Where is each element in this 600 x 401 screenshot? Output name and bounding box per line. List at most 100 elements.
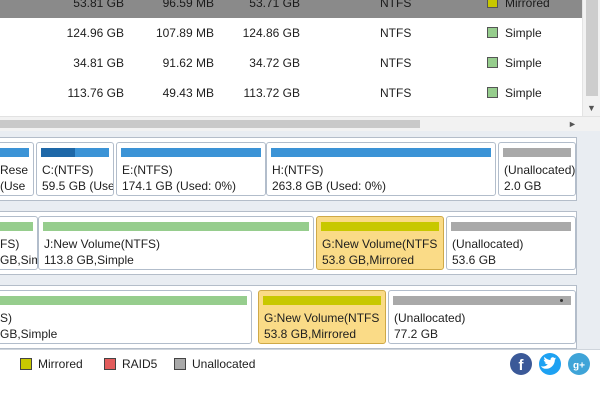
legend-item: RAID5 <box>104 357 157 371</box>
partition-name: G:New Volume(NTFS <box>322 237 438 251</box>
disk-map: Rese (Use C:(NTFS) 59.5 GB (Use E:(NTFS) 174.… <box>0 131 600 349</box>
partition-name: J:New Volume(NTFS) <box>44 237 161 251</box>
type-cell: Simple <box>487 48 567 78</box>
facebook-icon[interactable]: f <box>510 353 532 375</box>
legend-bar: Mirrored RAID5 Unallocated f g+ <box>0 349 600 401</box>
partition-size: 59.5 GB (Use <box>42 179 114 193</box>
free-cell: 53.71 GB <box>249 0 300 10</box>
capacity-cell: 53.81 GB <box>73 0 124 10</box>
partition-size: 2.0 GB <box>504 179 542 193</box>
partition-block[interactable]: C:(NTFS) 59.5 GB (Use <box>36 142 114 196</box>
vertical-scrollbar[interactable]: ▼ <box>582 0 600 116</box>
partition-used-fill <box>121 148 261 157</box>
partition-text: G:New Volume(NTFS 53.8 GB,Mirrored <box>322 236 437 268</box>
partition-block[interactable]: (Unallocated) 2.0 GB <box>498 142 576 196</box>
partition-name: (Unallocated) <box>394 311 466 325</box>
partition-block[interactable]: J:New Volume(NTFS) 113.8 GB,Simple <box>38 216 314 270</box>
partition-block[interactable]: S) GB,Simple <box>0 290 252 344</box>
svg-text:g+: g+ <box>573 361 585 372</box>
partition-block[interactable]: (Unallocated) 77.2 GB <box>388 290 576 344</box>
partition-usage-bar <box>271 148 491 157</box>
partition-text: (Unallocated) 77.2 GB <box>394 310 465 342</box>
legend-item: Unallocated <box>174 357 255 371</box>
table-row[interactable]: 34.81 GB 91.62 MB 34.72 GB NTFS Simple <box>0 48 582 78</box>
used-cell: 49.43 MB <box>162 86 214 100</box>
table-row[interactable]: 113.76 GB 49.43 MB 113.72 GB NTFS Simple <box>0 78 582 108</box>
table-row[interactable]: 53.81 GB 96.59 MB 53.71 GB NTFS Mirrored <box>0 0 582 18</box>
partition-name: (Unallocated) <box>504 163 576 177</box>
legend-label: RAID5 <box>122 357 158 371</box>
partition-name: C:(NTFS) <box>42 163 94 177</box>
partition-name: (Unallocated) <box>452 237 524 251</box>
used-cell: 107.89 MB <box>155 26 214 40</box>
partition-used-fill <box>0 148 29 157</box>
file-system-cell: NTFS <box>380 86 412 100</box>
partition-text: (Unallocated) 2.0 GB <box>504 162 575 194</box>
used-cell: 96.59 MB <box>162 0 214 10</box>
partition-text: FS) GB,Simp <box>0 236 37 268</box>
partition-size: 113.8 GB,Simple <box>44 253 134 267</box>
file-system-cell: NTFS <box>380 0 412 10</box>
partition-size: 263.8 GB (Used: 0%) <box>272 179 387 193</box>
partition-usage-bar <box>0 222 33 231</box>
type-cell: Simple <box>487 78 567 108</box>
file-system-cell: NTFS <box>380 26 412 40</box>
partition-usage-bar <box>393 296 571 305</box>
partition-usage-bar <box>321 222 439 231</box>
table-row[interactable]: 124.96 GB 107.89 MB 124.86 GB NTFS Simple <box>0 18 582 48</box>
partition-block[interactable]: G:New Volume(NTFS 53.8 GB,Mirrored <box>258 290 386 344</box>
partition-usage-bar <box>43 222 309 231</box>
vertical-scrollbar-thumb[interactable] <box>586 0 598 96</box>
partition-usage-bar <box>0 148 29 157</box>
capacity-cell: 124.96 GB <box>66 26 124 40</box>
partition-text: H:(NTFS) 263.8 GB (Used: 0%) <box>272 162 386 194</box>
partition-name: H:(NTFS) <box>272 163 324 177</box>
partition-usage-bar <box>263 296 381 305</box>
horizontal-scrollbar-thumb[interactable] <box>0 120 420 128</box>
legend-label: Unallocated <box>192 357 256 371</box>
legend-label: Mirrored <box>38 357 83 371</box>
partition-block[interactable]: G:New Volume(NTFS 53.8 GB,Mirrored <box>316 216 444 270</box>
scroll-right-arrow-icon[interactable]: ► <box>568 118 577 130</box>
twitter-icon[interactable] <box>539 353 561 375</box>
partition-size: 53.8 GB,Mirrored <box>322 253 415 267</box>
partition-block[interactable]: H:(NTFS) 263.8 GB (Used: 0%) <box>266 142 496 196</box>
free-cell: 34.72 GB <box>249 56 300 70</box>
partition-size: GB,Simp <box>0 253 37 267</box>
partition-block[interactable]: FS) GB,Simp <box>0 216 38 270</box>
scroll-down-arrow-icon[interactable]: ▼ <box>587 103 596 113</box>
partition-text: C:(NTFS) 59.5 GB (Use <box>42 162 114 194</box>
partition-block[interactable]: E:(NTFS) 174.1 GB (Used: 0%) <box>116 142 266 196</box>
capacity-cell: 34.81 GB <box>73 56 124 70</box>
partition-block[interactable]: Rese (Use <box>0 142 34 196</box>
partition-size: 53.8 GB,Mirrored <box>264 327 357 341</box>
disk-row: S) GB,Simple G:New Volume(NTFS 53.8 GB,Mirr… <box>0 285 577 349</box>
google-plus-icon[interactable]: g+ <box>568 353 590 375</box>
type-cell: Mirrored <box>487 0 567 18</box>
horizontal-scrollbar[interactable]: ► <box>0 116 600 131</box>
partition-name: G:New Volume(NTFS <box>264 311 380 325</box>
legend-swatch <box>20 358 32 370</box>
partition-usage-bar <box>0 296 247 305</box>
partition-used-fill <box>41 148 75 157</box>
partition-used-fill <box>271 148 491 157</box>
partition-name: Rese <box>0 163 29 177</box>
bar-marker <box>560 299 563 302</box>
partition-text: S) GB,Simple <box>0 310 57 342</box>
legend-swatch <box>104 358 116 370</box>
partition-usage-bar <box>121 148 261 157</box>
partition-text: (Unallocated) 53.6 GB <box>452 236 523 268</box>
legend-swatch <box>174 358 186 370</box>
partition-name: FS) <box>0 237 20 251</box>
partition-text: Rese (Use <box>0 162 28 194</box>
type-cell: Simple <box>487 18 567 48</box>
partition-size: (Use <box>0 179 26 193</box>
partition-text: E:(NTFS) 174.1 GB (Used: 0%) <box>122 162 236 194</box>
partition-size: 53.6 GB <box>452 253 497 267</box>
partition-size: 77.2 GB <box>394 327 439 341</box>
disk-row: FS) GB,Simp J:New Volume(NTFS) 113.8 GB,Sim… <box>0 211 577 275</box>
partition-block[interactable]: (Unallocated) 53.6 GB <box>446 216 576 270</box>
type-swatch <box>487 0 498 8</box>
partition-size: GB,Simple <box>0 327 58 341</box>
legend-item: Mirrored <box>20 357 83 371</box>
